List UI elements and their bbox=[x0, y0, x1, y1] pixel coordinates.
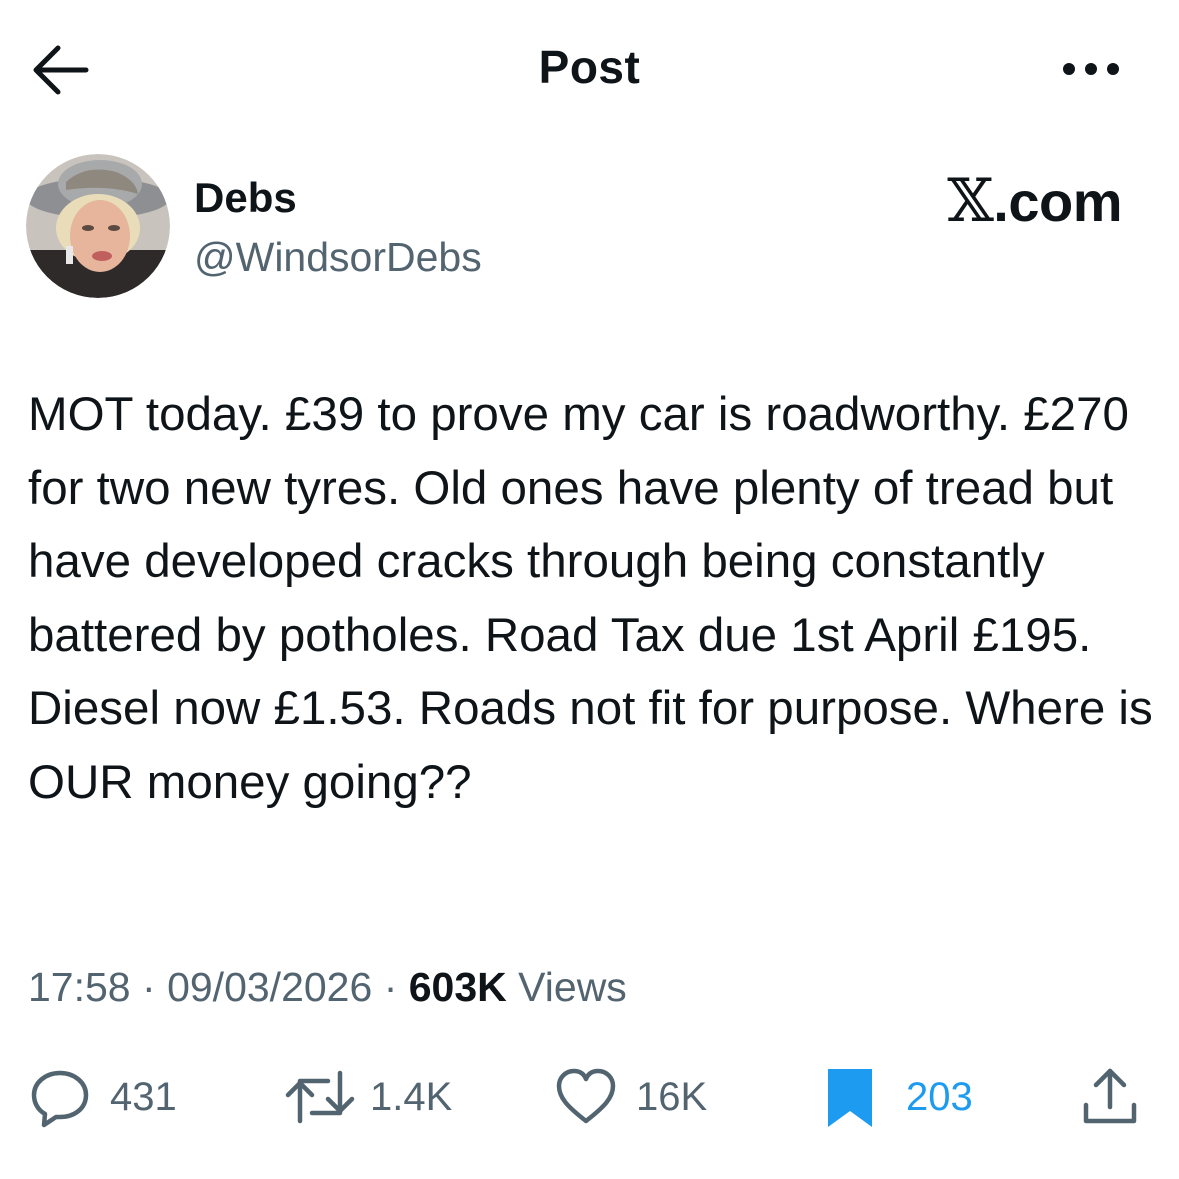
reply-count: 431 bbox=[110, 1074, 177, 1119]
like-button[interactable]: 16K bbox=[554, 1062, 707, 1132]
bookmark-filled-icon bbox=[822, 1065, 878, 1129]
repost-icon bbox=[284, 1065, 356, 1129]
avatar[interactable] bbox=[26, 154, 170, 298]
heart-icon bbox=[554, 1065, 618, 1129]
repost-button[interactable]: 1.4K bbox=[284, 1062, 452, 1132]
more-options-button[interactable] bbox=[1055, 52, 1127, 86]
more-horizontal-icon bbox=[1055, 52, 1127, 86]
top-bar: Post bbox=[0, 0, 1179, 140]
like-count: 16K bbox=[636, 1074, 708, 1119]
page-title: Post bbox=[538, 41, 641, 93]
bookmark-button[interactable]: 203 bbox=[822, 1062, 973, 1132]
post-meta: 17:58 · 09/03/2026 · 603K Views bbox=[28, 964, 627, 1011]
author-handle[interactable]: @WindsorDebs bbox=[194, 234, 482, 281]
share-icon bbox=[1078, 1065, 1142, 1129]
x-com-watermark: 𝕏.com bbox=[947, 166, 1122, 236]
meta-separator: · bbox=[142, 964, 156, 1010]
reply-button[interactable]: 431 bbox=[28, 1062, 177, 1132]
repost-count: 1.4K bbox=[370, 1074, 453, 1119]
author-display-name[interactable]: Debs bbox=[194, 174, 297, 222]
action-bar: 431 1.4K 16K 203 bbox=[0, 1062, 1179, 1132]
author-header: Debs @WindsorDebs 𝕏.com bbox=[26, 154, 1156, 304]
x-logo-icon: 𝕏 bbox=[947, 166, 994, 236]
post-date: 09/03/2026 bbox=[167, 964, 373, 1010]
meta-separator: · bbox=[383, 964, 398, 1010]
share-button[interactable] bbox=[1078, 1062, 1142, 1132]
views-count[interactable]: 603K bbox=[409, 964, 507, 1010]
post-time: 17:58 bbox=[28, 964, 131, 1010]
post-text: MOT today. £39 to prove my car is roadwo… bbox=[28, 388, 1153, 809]
views-label: Views bbox=[518, 964, 627, 1010]
brand-domain: .com bbox=[993, 170, 1122, 233]
bookmark-count: 203 bbox=[906, 1074, 973, 1119]
reply-bubble-icon bbox=[28, 1065, 92, 1129]
